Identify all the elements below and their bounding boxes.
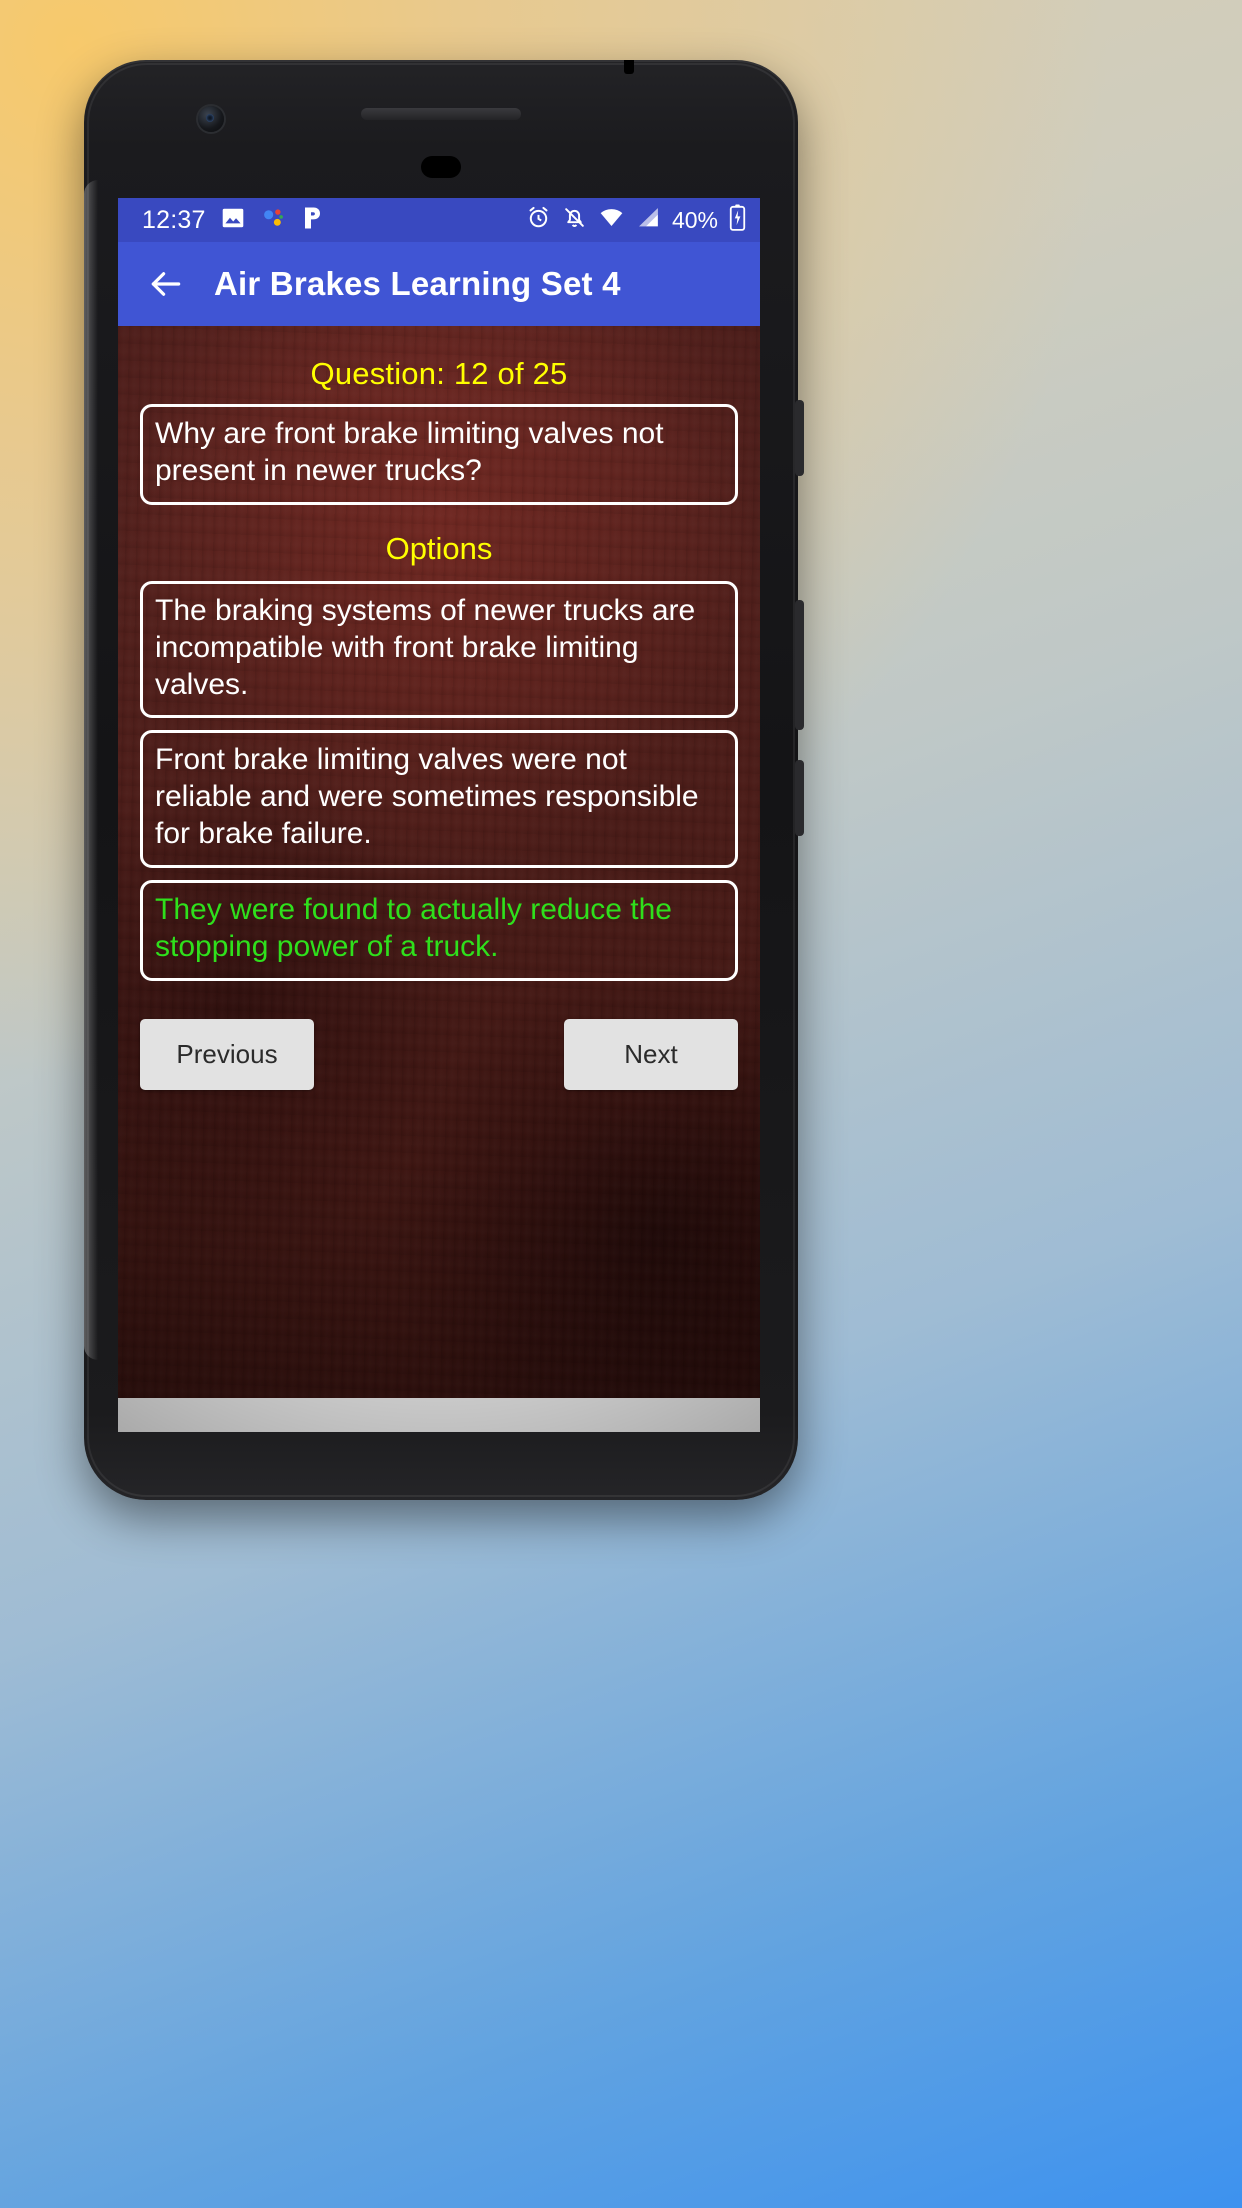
status-bar-right: 40% (526, 204, 746, 236)
earpiece-speaker (361, 108, 521, 120)
status-bar: 12:37 40% (118, 198, 760, 242)
phone-screen: 12:37 40% Air Brakes Learning Set 4 Ques… (118, 198, 760, 1432)
next-button[interactable]: Next (564, 1018, 738, 1090)
option-card-3[interactable]: They were found to actually reduce the s… (140, 880, 738, 981)
page-title: Air Brakes Learning Set 4 (214, 265, 621, 302)
back-arrow-icon[interactable] (144, 262, 188, 306)
bezel-highlight (84, 180, 98, 1360)
alarm-icon (526, 205, 551, 235)
sensor-dot (624, 60, 634, 74)
cellular-signal-icon (636, 205, 661, 235)
side-button-top[interactable] (795, 400, 804, 476)
option-card-2[interactable]: Front brake limiting valves were not rel… (140, 730, 738, 869)
quiz-nav-row: Previous Next (140, 993, 738, 1090)
quiz-inner: Question: 12 of 25 Why are front brake l… (118, 326, 760, 1090)
pandora-icon (300, 205, 324, 236)
google-assistant-icon (260, 205, 286, 236)
quiz-content: Question: 12 of 25 Why are front brake l… (118, 326, 760, 1432)
status-bar-clock: 12:37 (142, 205, 206, 234)
options-heading: Options (385, 530, 493, 566)
image-icon (220, 205, 246, 236)
power-button[interactable] (795, 760, 804, 836)
phone-device: 12:37 40% Air Brakes Learning Set 4 Ques… (84, 60, 804, 1500)
question-counter: Question: 12 of 25 (310, 356, 568, 391)
question-card: Why are front brake limiting valves not … (140, 404, 738, 505)
notch-camera (421, 156, 461, 178)
wifi-icon (598, 205, 625, 235)
front-camera-icon (198, 106, 224, 132)
option-card-1[interactable]: The braking systems of newer trucks are … (140, 580, 738, 719)
previous-button[interactable]: Previous (140, 1018, 314, 1090)
volume-button[interactable] (795, 600, 804, 730)
status-bar-left: 12:37 (142, 205, 324, 236)
system-navigation-bar[interactable] (118, 1398, 760, 1432)
app-bar: Air Brakes Learning Set 4 (118, 242, 760, 326)
battery-icon (729, 204, 746, 236)
battery-percent-label: 40% (671, 206, 718, 233)
notifications-off-icon (562, 205, 587, 235)
